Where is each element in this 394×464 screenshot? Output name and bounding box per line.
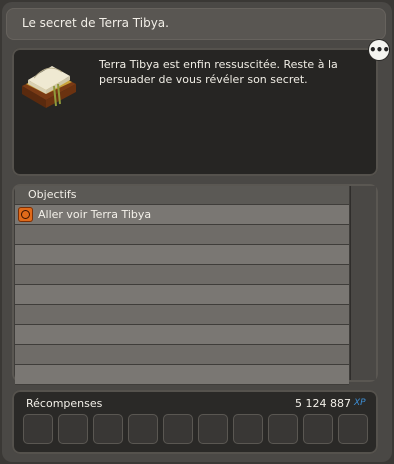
reward-slots [23,414,368,444]
objective-row-empty [15,305,349,325]
objectives-list [15,205,349,385]
reward-slot[interactable] [128,414,158,444]
reward-slot[interactable] [338,414,368,444]
reward-slot[interactable] [58,414,88,444]
reward-slot[interactable] [93,414,123,444]
ellipsis-icon: ••• [369,43,390,57]
objective-row-empty [15,345,349,365]
objectives-header-label: Objectifs [28,188,77,201]
objective-row-empty [15,365,349,385]
reward-slot[interactable] [268,414,298,444]
quest-book-icon [22,66,76,108]
objectives-scrollbar[interactable] [350,186,376,380]
reward-slot[interactable] [163,414,193,444]
objective-row-empty [15,325,349,345]
rewards-label: Récompenses [26,397,103,410]
target-icon[interactable] [18,207,33,222]
reward-slot[interactable] [23,414,53,444]
objective-row-empty [15,245,349,265]
quest-description: Terra Tibya est enfin ressuscitée. Reste… [99,58,338,86]
objective-row-empty [15,265,349,285]
objective-row-empty [15,285,349,305]
xp-value: 5 124 887 [295,397,351,410]
objective-label[interactable]: Aller voir Terra Tibya [38,208,151,221]
reward-slot[interactable] [198,414,228,444]
quest-title: Le secret de Terra Tibya. [22,16,169,30]
xp-unit-label: XP [354,398,366,408]
reward-slot[interactable] [233,414,263,444]
reward-slot[interactable] [303,414,333,444]
more-options-button[interactable]: ••• [369,40,390,60]
objective-row-empty [15,225,349,245]
